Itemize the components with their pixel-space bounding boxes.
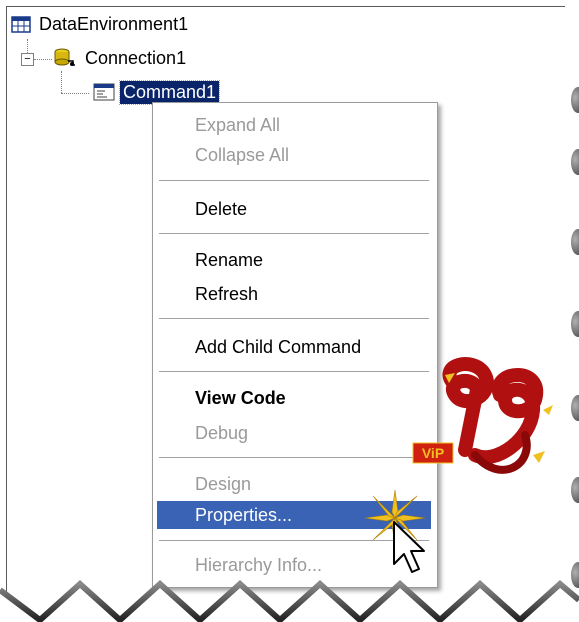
screenshot-frame: − DataEnvironment1 Connection1 Command1 … bbox=[0, 0, 579, 622]
tree-line bbox=[61, 93, 89, 94]
menu-separator bbox=[159, 318, 429, 319]
menu-item-add-child-command[interactable]: Add Child Command bbox=[157, 333, 431, 361]
tree-line bbox=[34, 59, 52, 60]
menu-separator bbox=[159, 371, 429, 372]
database-connection-icon bbox=[54, 48, 75, 66]
tree-label-connection: Connection1 bbox=[85, 47, 187, 68]
tree-line bbox=[27, 39, 28, 53]
tree-item-data-environment[interactable]: DataEnvironment1 bbox=[11, 11, 191, 37]
vip-watermark-logo: ViP bbox=[412, 357, 553, 474]
tree-item-connection[interactable]: Connection1 bbox=[53, 45, 189, 71]
menu-separator bbox=[159, 180, 429, 181]
edge-dot bbox=[571, 149, 579, 175]
tree-label-command: Command1 bbox=[118, 79, 221, 105]
edge-dot bbox=[571, 395, 579, 421]
torn-edge-decoration bbox=[0, 579, 579, 622]
collapse-toggle[interactable]: − bbox=[21, 53, 34, 66]
menu-item-debug[interactable]: Debug bbox=[157, 419, 431, 447]
tree-line bbox=[61, 71, 62, 93]
menu-item-expand-all[interactable]: Expand All bbox=[157, 111, 431, 139]
data-environment-icon bbox=[11, 16, 31, 33]
tree-label-root: DataEnvironment1 bbox=[39, 13, 189, 34]
menu-separator bbox=[159, 457, 429, 458]
edge-dot bbox=[571, 229, 579, 255]
edge-dot bbox=[571, 477, 579, 503]
menu-item-collapse-all[interactable]: Collapse All bbox=[157, 141, 431, 169]
edge-dot bbox=[571, 311, 579, 337]
edge-dot bbox=[571, 87, 579, 113]
menu-item-refresh[interactable]: Refresh bbox=[157, 280, 431, 308]
command-icon bbox=[93, 83, 115, 101]
mouse-cursor-icon bbox=[393, 521, 425, 573]
vip-badge-text: ViP bbox=[422, 445, 444, 461]
menu-item-rename[interactable]: Rename bbox=[157, 246, 431, 274]
menu-item-view-code[interactable]: View Code bbox=[157, 384, 431, 412]
menu-item-delete[interactable]: Delete bbox=[157, 195, 431, 223]
menu-separator bbox=[159, 233, 429, 234]
